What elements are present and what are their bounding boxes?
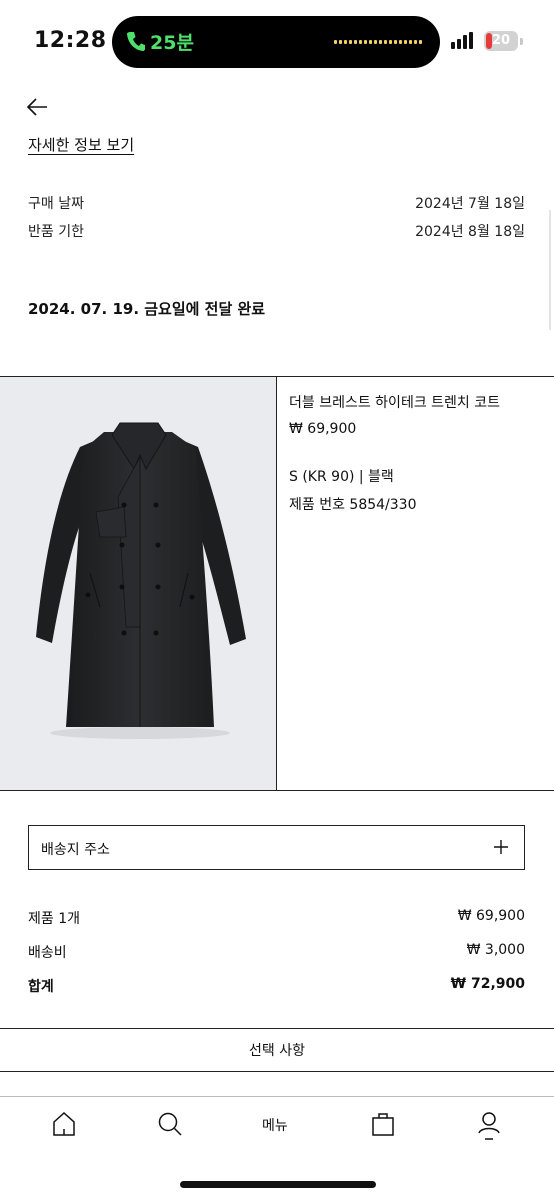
audio-waveform-icon — [334, 40, 422, 44]
home-indicator — [180, 1181, 376, 1188]
return-deadline-row: 반품 기한 2024년 8월 18일 — [28, 221, 525, 241]
dynamic-island[interactable]: 25분 — [112, 16, 440, 68]
product-price: ₩ 69,900 — [289, 421, 357, 437]
summary-shipping-label: 배송비 — [28, 945, 67, 961]
summary-items-row: 제품 1개 ₩ 69,900 — [28, 908, 525, 928]
purchase-date-row: 구매 날짜 2024년 7월 18일 — [28, 193, 525, 213]
clock: 12:28 — [34, 28, 107, 53]
product-name[interactable]: 더블 브레스트 하이테크 트렌치 코트 — [289, 392, 500, 412]
home-icon[interactable] — [52, 1111, 76, 1137]
summary-shipping-row: 배송비 ₩ 3,000 — [28, 942, 525, 962]
battery-percentage: 20 — [491, 33, 511, 48]
product-card[interactable]: 더블 브레스트 하이테크 트렌치 코트 ₩ 69,900 S (KR 90) |… — [0, 376, 554, 791]
product-code: 제품 번호 5854/330 — [289, 497, 417, 513]
search-icon[interactable] — [157, 1111, 183, 1137]
product-image[interactable] — [0, 377, 277, 790]
shipping-address-label: 배송지 주소 — [41, 842, 110, 858]
trench-coat-image — [36, 422, 246, 739]
summary-items-label: 제품 1개 — [28, 911, 80, 927]
purchase-date-label: 구매 날짜 — [28, 196, 84, 212]
shopping-bag-icon[interactable] — [371, 1111, 395, 1137]
signal-icon — [451, 32, 473, 49]
return-deadline-value: 2024년 8월 18일 — [415, 224, 525, 240]
delivery-status: 2024. 07. 19. 금요일에 전달 완료 — [28, 300, 266, 318]
scrollbar[interactable] — [549, 210, 551, 330]
battery-tip — [520, 38, 523, 45]
summary-total-label: 합계 — [28, 979, 54, 995]
bottom-navigation: 메뉴 — [0, 1096, 554, 1200]
battery-icon: 20 — [484, 31, 518, 51]
order-detail-screen: 12:28 25분 20 자세한 정보 보기 구매 날짜 2024년 7월 18… — [0, 0, 554, 1200]
summary-items-value: ₩ 69,900 — [457, 908, 525, 924]
user-icon[interactable] — [477, 1111, 501, 1141]
back-arrow-icon[interactable] — [26, 97, 48, 117]
return-deadline-label: 반품 기한 — [28, 224, 84, 240]
summary-total-value: ₩ 72,900 — [450, 976, 525, 992]
summary-shipping-value: ₩ 3,000 — [466, 942, 525, 958]
shipping-address-accordion[interactable]: 배송지 주소 — [28, 825, 525, 870]
purchase-date-value: 2024년 7월 18일 — [415, 196, 525, 212]
product-variant: S (KR 90) | 블랙 — [289, 469, 394, 485]
phone-icon — [127, 32, 145, 51]
menu-button[interactable]: 메뉴 — [262, 1115, 288, 1135]
summary-total-row: 합계 ₩ 72,900 — [28, 976, 525, 996]
plus-icon — [494, 840, 508, 854]
status-bar: 12:28 25분 20 — [0, 0, 554, 84]
options-button[interactable]: 선택 사항 — [0, 1028, 554, 1072]
call-duration: 25분 — [150, 32, 194, 54]
view-details-link[interactable]: 자세한 정보 보기 — [28, 134, 134, 155]
